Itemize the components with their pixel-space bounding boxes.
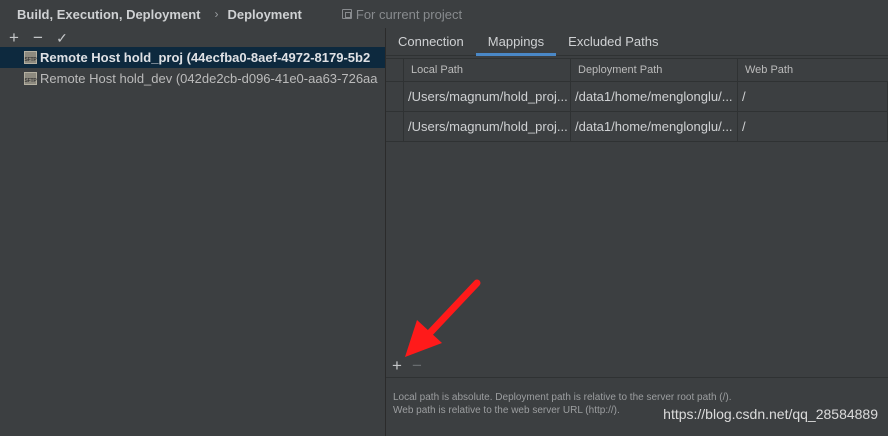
scope-label: For current project [355, 6, 463, 22]
row-gutter-header [386, 59, 404, 81]
add-server-button[interactable]: + [7, 29, 21, 46]
server-item-label: Remote Host hold_dev (042de2cb-d096-41e0… [40, 71, 378, 86]
local-path-cell[interactable]: /Users/magnum/hold_proj... [404, 82, 571, 111]
table-row[interactable]: /Users/magnum/hold_proj... /data1/home/m… [386, 112, 888, 142]
deployment-path-cell[interactable]: /data1/home/menglonglu/... [571, 112, 738, 141]
breadcrumb-parent[interactable]: Build, Execution, Deployment [17, 7, 200, 22]
project-scope-icon [341, 9, 352, 19]
row-gutter [386, 82, 404, 111]
mappings-toolbar: + − [386, 354, 888, 378]
server-item-hold-proj[interactable]: SFTP Remote Host hold_proj (44ecfba0-8ae… [0, 47, 385, 68]
breadcrumb: Build, Execution, Deployment › Deploymen… [0, 0, 888, 28]
remove-mapping-button[interactable]: − [412, 357, 422, 374]
server-settings-pane: Connection Mappings Excluded Paths Local… [386, 28, 888, 436]
tab-connection[interactable]: Connection [386, 27, 476, 55]
table-header: Local Path Deployment Path Web Path [386, 58, 888, 82]
add-mapping-button[interactable]: + [392, 357, 402, 374]
tab-bar: Connection Mappings Excluded Paths [386, 28, 888, 56]
tab-mappings[interactable]: Mappings [475, 27, 557, 56]
table-row[interactable]: /Users/magnum/hold_proj... /data1/home/m… [386, 82, 888, 112]
scope-indicator: For current project [341, 6, 463, 22]
remove-server-button[interactable]: − [31, 29, 45, 46]
web-path-cell[interactable]: / [738, 82, 888, 111]
web-path-cell[interactable]: / [738, 112, 888, 141]
watermark: https://blog.csdn.net/qq_28584889 [663, 406, 878, 422]
server-item-hold-dev[interactable]: SFTP Remote Host hold_dev (042de2cb-d096… [0, 68, 385, 89]
sftp-icon: SFTP [24, 72, 37, 85]
column-header-web-path[interactable]: Web Path [738, 59, 888, 81]
hint-line: Local path is absolute. Deployment path … [393, 392, 732, 403]
column-header-local-path[interactable]: Local Path [404, 59, 571, 81]
server-list-toolbar: + − ✓ [0, 28, 385, 47]
set-default-server-button[interactable]: ✓ [55, 30, 69, 46]
row-gutter [386, 112, 404, 141]
page-title: Deployment [227, 6, 302, 22]
mappings-table: Local Path Deployment Path Web Path /Use… [386, 58, 888, 142]
column-header-deployment-path[interactable]: Deployment Path [571, 59, 738, 81]
server-list-pane: + − ✓ SFTP Remote Host hold_proj (44ecfb… [0, 28, 385, 436]
chevron-right-icon: › [214, 7, 219, 21]
server-item-label: Remote Host hold_proj (44ecfba0-8aef-497… [40, 50, 371, 65]
local-path-cell[interactable]: /Users/magnum/hold_proj... [404, 112, 571, 141]
deployment-path-cell[interactable]: /data1/home/menglonglu/... [571, 82, 738, 111]
tab-excluded-paths[interactable]: Excluded Paths [556, 27, 670, 55]
sftp-icon: SFTP [24, 51, 37, 64]
